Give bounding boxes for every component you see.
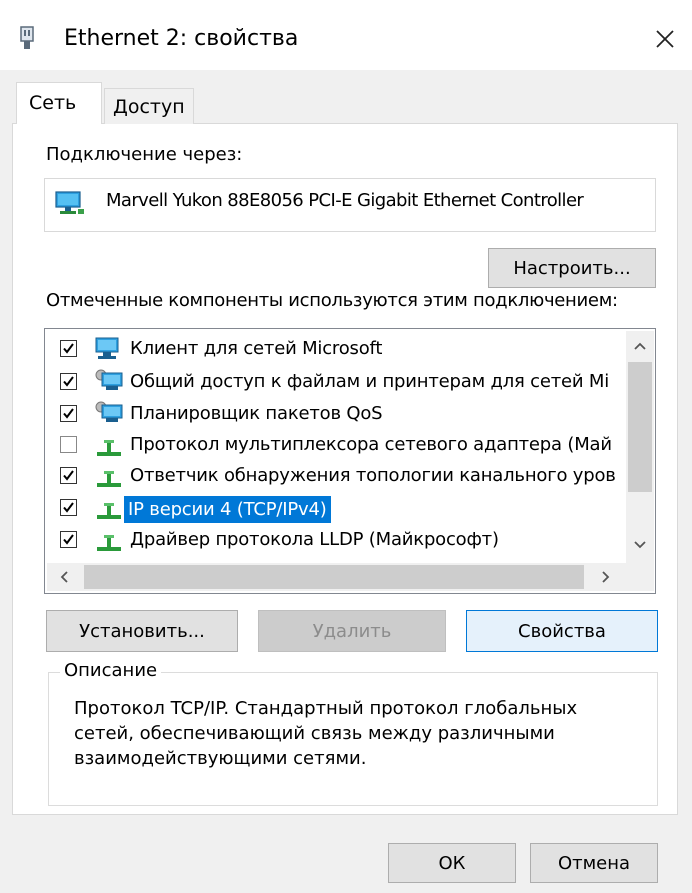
vertical-scroll-thumb[interactable] bbox=[628, 362, 652, 492]
component-label[interactable]: Планировщик пакетов QoS bbox=[130, 403, 382, 424]
component-checkbox[interactable] bbox=[60, 373, 77, 390]
connect-through-label: Подключение через: bbox=[46, 144, 243, 165]
component-checkbox[interactable] bbox=[60, 531, 77, 548]
component-label[interactable]: Ответчик обнаружения топологии канальног… bbox=[130, 465, 616, 486]
checkmark-icon bbox=[63, 534, 74, 545]
component-label-selected[interactable]: IP версии 4 (TCP/IPv4) bbox=[124, 496, 331, 523]
protocol-icon bbox=[94, 433, 124, 459]
protocol-icon bbox=[94, 496, 124, 522]
component-checkbox[interactable] bbox=[60, 340, 77, 357]
components-label: Отмеченные компоненты используются этим … bbox=[46, 290, 618, 311]
component-label[interactable]: Протокол мультиплексора сетевого адаптер… bbox=[130, 434, 612, 455]
adapter-name: Marvell Yukon 88E8056 PCI-E Gigabit Ethe… bbox=[106, 190, 584, 211]
checkmark-icon bbox=[63, 470, 74, 481]
cancel-button[interactable]: Отмена bbox=[530, 843, 658, 883]
close-button[interactable] bbox=[644, 18, 686, 60]
network-adapter-icon bbox=[54, 189, 86, 217]
scroll-up-button[interactable] bbox=[626, 331, 654, 361]
protocol-icon bbox=[94, 528, 124, 554]
component-checkbox[interactable] bbox=[60, 467, 77, 484]
install-button[interactable]: Установить... bbox=[46, 610, 238, 652]
component-checkbox[interactable] bbox=[60, 499, 77, 516]
properties-button[interactable]: Свойства bbox=[466, 610, 658, 652]
components-list[interactable] bbox=[44, 328, 656, 594]
checkmark-icon bbox=[63, 408, 74, 419]
checkmark-icon bbox=[63, 376, 74, 387]
component-checkbox[interactable] bbox=[60, 436, 77, 453]
checkmark-icon bbox=[63, 502, 74, 513]
scroll-right-button[interactable] bbox=[590, 563, 622, 591]
chevron-down-icon bbox=[634, 541, 646, 549]
description-text: Протокол TCP/IP. Стандартный протокол гл… bbox=[74, 698, 578, 769]
chevron-up-icon bbox=[634, 342, 646, 350]
component-label[interactable]: Клиент для сетей Microsoft bbox=[130, 338, 382, 359]
network-client-icon bbox=[94, 335, 124, 361]
component-checkbox[interactable] bbox=[60, 405, 77, 422]
component-label[interactable]: Драйвер протокола LLDP (Майкрософт) bbox=[130, 529, 499, 550]
remove-button[interactable]: Удалить bbox=[258, 610, 446, 652]
close-icon bbox=[656, 30, 674, 48]
description-legend: Описание bbox=[60, 660, 162, 681]
chevron-right-icon bbox=[602, 571, 610, 583]
network-adapter-icon bbox=[16, 26, 38, 50]
network-service-icon bbox=[94, 400, 124, 426]
chevron-left-icon bbox=[60, 571, 68, 583]
horizontal-scroll-thumb[interactable] bbox=[84, 565, 584, 589]
component-label[interactable]: Общий доступ к файлам и принтерам для се… bbox=[130, 371, 609, 392]
tab-network[interactable]: Сеть bbox=[16, 82, 102, 124]
network-service-icon bbox=[94, 368, 124, 394]
protocol-icon bbox=[94, 464, 124, 490]
tab-access[interactable]: Доступ bbox=[104, 88, 194, 124]
configure-button[interactable]: Настроить... bbox=[488, 248, 656, 288]
ok-button[interactable]: ОК bbox=[388, 843, 516, 883]
window-title: Ethernet 2: свойства bbox=[64, 26, 299, 51]
scroll-left-button[interactable] bbox=[48, 563, 80, 591]
scroll-down-button[interactable] bbox=[626, 530, 654, 560]
checkmark-icon bbox=[63, 343, 74, 354]
